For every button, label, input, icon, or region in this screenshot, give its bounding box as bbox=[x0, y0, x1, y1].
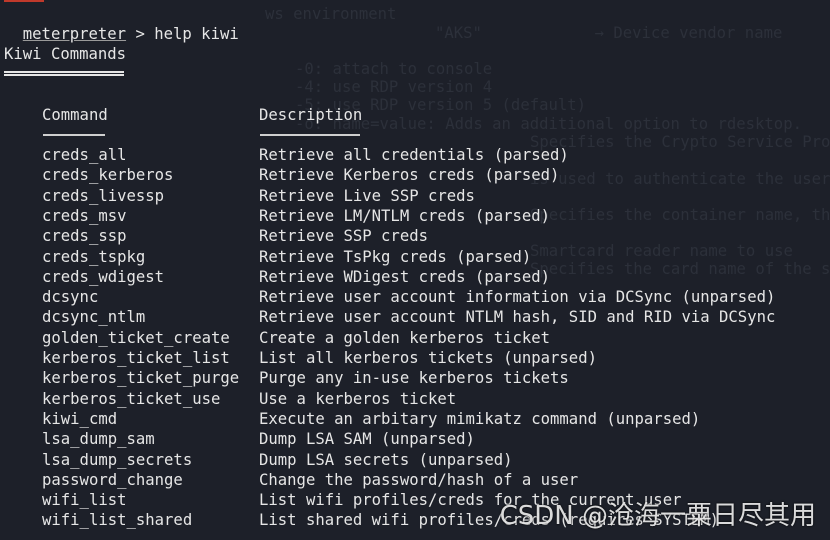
typed-command: help kiwi bbox=[154, 25, 239, 43]
command-description: Retrieve LM/NTLM creds (parsed) bbox=[259, 206, 551, 225]
section-title-underline bbox=[4, 71, 124, 76]
ghost-text: ws environment bbox=[265, 5, 397, 23]
table-row: creds_tspkg Retrieve TsPkg creds (parsed) bbox=[0, 247, 830, 267]
table-row: creds_kerberos Retrieve Kerberos creds (p… bbox=[0, 165, 830, 185]
command-description: Retrieve user account NTLM hash, SID and… bbox=[259, 308, 776, 327]
command-name: golden_ticket_create bbox=[42, 328, 230, 347]
ghost-text: -0: attach to console bbox=[295, 60, 493, 78]
command-name: kerberos_ticket_list bbox=[42, 349, 230, 367]
command-line[interactable]: meterpreter > help kiwi bbox=[4, 4, 239, 43]
command-description: List all kerberos tickets (unparsed) bbox=[259, 349, 597, 367]
command-name: creds_tspkg bbox=[42, 247, 146, 266]
section-title: Kiwi Commands bbox=[4, 45, 127, 63]
table-row: kerberos_ticket_purge Purge any in-use ke… bbox=[0, 368, 830, 388]
command-description: Retrieve all credentials (parsed) bbox=[259, 146, 569, 164]
command-description: Retrieve user account information via DC… bbox=[259, 288, 776, 307]
command-description: Retrieve Kerberos creds (parsed) bbox=[259, 166, 560, 185]
command-name: creds_all bbox=[42, 146, 127, 164]
table-row: dcsync Retrieve user account information … bbox=[0, 287, 830, 307]
command-name: creds_msv bbox=[42, 206, 127, 225]
table-row: golden_ticket_create Create a golden kerb… bbox=[0, 328, 830, 348]
table-row: password_change Change the password/hash … bbox=[0, 470, 830, 490]
table-row: creds_livessp Retrieve Live SSP creds bbox=[0, 186, 830, 206]
command-name: creds_livessp bbox=[42, 186, 165, 205]
table-row: dcsync_ntlm Retrieve user account NTLM ha… bbox=[0, 307, 830, 327]
table-row: kerberos_ticket_use Use a kerberos ticket bbox=[0, 389, 830, 409]
ghost-text: "AKS" → Device vendor name bbox=[435, 24, 783, 42]
ghost-text: -4: use RDP version 4 bbox=[295, 78, 493, 96]
table-row: creds_all Retrieve all credentials (parse… bbox=[0, 145, 830, 165]
column-header-command: Command bbox=[42, 106, 108, 124]
command-description: Execute an arbitary mimikatz command (un… bbox=[259, 409, 701, 428]
prompt-marker bbox=[4, 0, 44, 2]
watermark: CSDN @沧海一粟日尽其用 bbox=[499, 501, 816, 531]
command-name: kerberos_ticket_use bbox=[42, 389, 221, 408]
command-description: Dump LSA SAM (unparsed) bbox=[259, 430, 475, 449]
description-header-rule bbox=[260, 134, 360, 136]
command-description: Retrieve TsPkg creds (parsed) bbox=[259, 247, 532, 266]
table-row: creds_wdigest Retrieve WDigest creds (par… bbox=[0, 267, 830, 287]
command-description: Retrieve WDigest creds (parsed) bbox=[259, 267, 551, 286]
command-name: lsa_dump_secrets bbox=[42, 450, 193, 469]
command-name: wifi_list_shared bbox=[42, 511, 193, 530]
command-name: creds_ssp bbox=[42, 227, 127, 246]
command-name: creds_kerberos bbox=[42, 166, 174, 185]
command-name: wifi_list bbox=[42, 491, 127, 510]
command-name: dcsync bbox=[42, 288, 99, 307]
command-name: dcsync_ntlm bbox=[42, 308, 146, 327]
prompt: meterpreter bbox=[22, 25, 127, 43]
command-description: Retrieve Live SSP creds bbox=[259, 186, 475, 205]
command-description: Create a golden kerberos ticket bbox=[259, 328, 551, 347]
table-row: lsa_dump_secrets Dump LSA secrets (unpars… bbox=[0, 450, 830, 470]
command-name: kiwi_cmd bbox=[42, 409, 118, 428]
command-name: password_change bbox=[42, 470, 183, 489]
table-row: lsa_dump_sam Dump LSA SAM (unparsed) bbox=[0, 429, 830, 449]
column-header-description: Description bbox=[259, 106, 363, 124]
command-name: kerberos_ticket_purge bbox=[42, 369, 240, 388]
table-row: kerberos_ticket_list List all kerberos ti… bbox=[0, 348, 830, 368]
ghost-text: -o: name=value: Adds an additional optio… bbox=[295, 115, 802, 133]
prompt-separator: > bbox=[126, 25, 155, 43]
command-description: Purge any in-use kerberos tickets bbox=[259, 369, 569, 388]
command-name: creds_wdigest bbox=[42, 267, 165, 286]
command-description: Retrieve SSP creds bbox=[259, 227, 428, 246]
command-description: Dump LSA secrets (unparsed) bbox=[259, 450, 513, 469]
table-row: kiwi_cmd Execute an arbitary mimikatz com… bbox=[0, 409, 830, 429]
command-description: Change the password/hash of a user bbox=[259, 470, 579, 489]
table-row: creds_msv Retrieve LM/NTLM creds (parsed) bbox=[0, 206, 830, 226]
command-description: Use a kerberos ticket bbox=[259, 389, 457, 408]
table-row: creds_ssp Retrieve SSP creds bbox=[0, 226, 830, 246]
command-header-rule bbox=[43, 134, 105, 136]
command-name: lsa_dump_sam bbox=[42, 430, 155, 449]
